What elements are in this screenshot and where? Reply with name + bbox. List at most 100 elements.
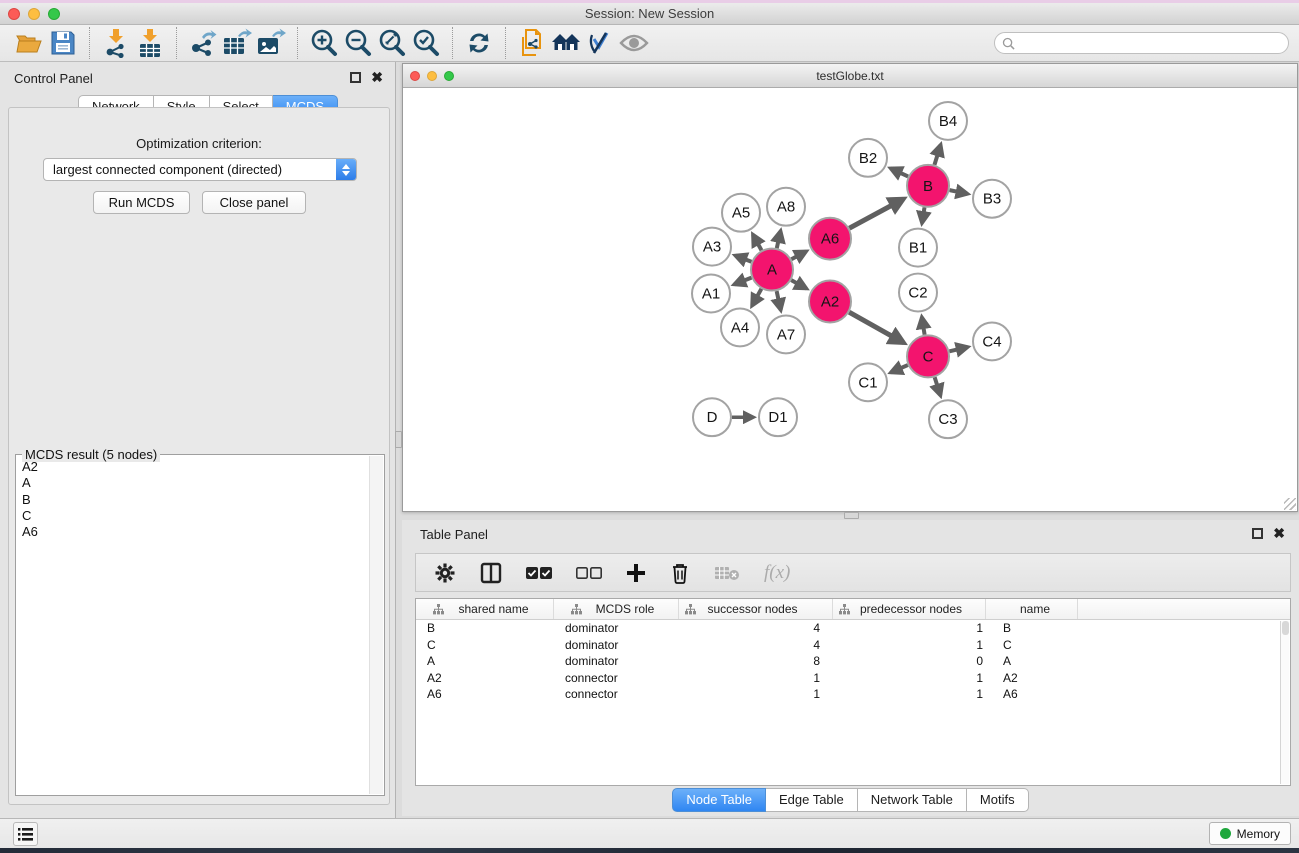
zoom-fit-icon[interactable] — [375, 27, 409, 59]
graph-node-A5[interactable]: A5 — [722, 194, 760, 232]
memory-button[interactable]: Memory — [1209, 822, 1291, 845]
resize-corner-icon[interactable] — [1284, 498, 1296, 510]
graph-node-C1[interactable]: C1 — [849, 363, 887, 401]
result-list-item[interactable]: C — [22, 508, 368, 524]
graph-node-C2[interactable]: C2 — [899, 274, 937, 312]
column-header-shared-name[interactable]: shared name — [416, 599, 554, 619]
graph-node-B1[interactable]: B1 — [899, 229, 937, 267]
graph-edge-A-A8[interactable] — [777, 231, 781, 248]
result-list-item[interactable]: A — [22, 475, 368, 491]
save-icon[interactable] — [46, 27, 80, 59]
float-panel-icon[interactable] — [350, 72, 361, 83]
export-table-icon[interactable] — [220, 27, 254, 59]
network-canvas[interactable]: B4 B2 B B3 A8A5 A6 A3 B1 A C2 A1 A2 A4A7 C4 C C1 C3 D D1 — [403, 88, 1297, 511]
graph-node-A7[interactable]: A7 — [767, 315, 805, 353]
graph-edge-B-B2[interactable] — [891, 168, 908, 176]
graph-edge-B-B4[interactable] — [934, 145, 940, 165]
export-image-icon[interactable] — [254, 27, 288, 59]
float-table-panel-icon[interactable] — [1252, 528, 1263, 539]
tab-network-table[interactable]: Network Table — [858, 788, 967, 812]
graph-node-A8[interactable]: A8 — [767, 188, 805, 226]
table-row[interactable]: Adominator80A — [416, 653, 1290, 670]
function-icon[interactable]: f(x) — [764, 558, 790, 588]
result-scrollbar[interactable] — [369, 456, 383, 794]
graph-node-B2[interactable]: B2 — [849, 139, 887, 177]
result-list-item[interactable]: A6 — [22, 524, 368, 540]
tab-edge-table[interactable]: Edge Table — [766, 788, 858, 812]
table-row[interactable]: Bdominator41B — [416, 620, 1290, 637]
graph-edge-A-A1[interactable] — [734, 278, 751, 285]
hide-details-icon[interactable] — [583, 27, 617, 59]
table-row[interactable]: A6connector11A6 — [416, 686, 1290, 703]
clone-network-icon[interactable] — [515, 27, 549, 59]
result-list-item[interactable]: A2 — [22, 459, 368, 475]
criterion-dropdown[interactable]: largest connected component (directed) — [43, 158, 357, 181]
graph-node-C[interactable]: C — [907, 335, 949, 377]
graph-node-C4[interactable]: C4 — [973, 322, 1011, 360]
zoom-selected-icon[interactable] — [409, 27, 443, 59]
graph-node-B4[interactable]: B4 — [929, 102, 967, 140]
add-column-icon[interactable] — [626, 558, 646, 588]
import-table-icon[interactable] — [133, 27, 167, 59]
column-header-name[interactable]: name — [986, 599, 1078, 619]
graph-edge-A-A2[interactable] — [791, 280, 806, 288]
select-all-icon[interactable] — [526, 558, 552, 588]
graph-edge-A-A7[interactable] — [777, 291, 781, 310]
graph-edge-A6-B[interactable] — [849, 199, 903, 228]
horizontal-splitter-handle[interactable] — [844, 512, 859, 519]
delete-table-icon[interactable] — [714, 558, 740, 588]
graph-edge-A-A4[interactable] — [752, 289, 761, 306]
vertical-splitter-handle[interactable] — [395, 431, 402, 448]
graph-edge-C-C2[interactable] — [922, 317, 925, 335]
table-row[interactable]: A2connector11A2 — [416, 670, 1290, 687]
graph-node-A2[interactable]: A2 — [809, 281, 851, 323]
result-list-item[interactable]: B — [22, 492, 368, 508]
columns-icon[interactable] — [480, 558, 502, 588]
export-network-icon[interactable] — [186, 27, 220, 59]
graph-edge-C-C1[interactable] — [891, 365, 908, 372]
graph-edge-A-A5[interactable] — [753, 235, 762, 251]
graph-node-A[interactable]: A — [751, 249, 793, 291]
task-history-button[interactable] — [13, 822, 38, 846]
close-table-panel-icon[interactable]: ✖ — [1273, 528, 1285, 539]
graph-node-A6[interactable]: A6 — [809, 218, 851, 260]
graph-edge-C-C4[interactable] — [949, 347, 967, 351]
network-window-titlebar[interactable]: testGlobe.txt — [403, 64, 1297, 88]
graph-edge-B-B1[interactable] — [922, 207, 925, 223]
tab-motifs[interactable]: Motifs — [967, 788, 1029, 812]
tab-node-table[interactable]: Node Table — [672, 788, 766, 812]
home-icon[interactable] — [549, 27, 583, 59]
graph-node-B[interactable]: B — [907, 165, 949, 207]
graph-node-A1[interactable]: A1 — [692, 275, 730, 313]
graph-node-D[interactable]: D — [693, 398, 731, 436]
graph-edge-A2-C[interactable] — [849, 312, 903, 342]
close-panel-button[interactable]: Close panel — [202, 191, 306, 214]
deselect-all-icon[interactable] — [576, 558, 602, 588]
eye-icon[interactable] — [617, 27, 651, 59]
column-header-MCDS-role[interactable]: MCDS role — [554, 599, 679, 619]
refresh-layout-icon[interactable] — [462, 27, 496, 59]
import-network-icon[interactable] — [99, 27, 133, 59]
graph-edge-A-A3[interactable] — [735, 256, 751, 262]
table-scrollbar[interactable] — [1280, 621, 1289, 784]
search-field[interactable] — [994, 32, 1289, 54]
search-input[interactable] — [1019, 34, 1288, 52]
mcds-result-list[interactable]: A2ABCA6 — [17, 456, 368, 794]
run-mcds-button[interactable]: Run MCDS — [93, 191, 190, 214]
zoom-in-icon[interactable] — [307, 27, 341, 59]
open-folder-icon[interactable] — [12, 27, 46, 59]
graph-edge-A-A6[interactable] — [791, 251, 806, 259]
column-header-predecessor-nodes[interactable]: predecessor nodes — [833, 599, 986, 619]
graph-node-A3[interactable]: A3 — [693, 228, 731, 266]
graph-node-A4[interactable]: A4 — [721, 308, 759, 346]
zoom-out-icon[interactable] — [341, 27, 375, 59]
graph-node-D1[interactable]: D1 — [759, 398, 797, 436]
gear-icon[interactable] — [434, 558, 456, 588]
graph-edge-B-B3[interactable] — [950, 190, 968, 194]
column-header-successor-nodes[interactable]: successor nodes — [679, 599, 833, 619]
delete-column-icon[interactable] — [670, 558, 690, 588]
graph-node-B3[interactable]: B3 — [973, 180, 1011, 218]
close-panel-icon[interactable]: ✖ — [371, 72, 383, 83]
graph-node-C3[interactable]: C3 — [929, 400, 967, 438]
graph-edge-C-C3[interactable] — [935, 377, 941, 395]
